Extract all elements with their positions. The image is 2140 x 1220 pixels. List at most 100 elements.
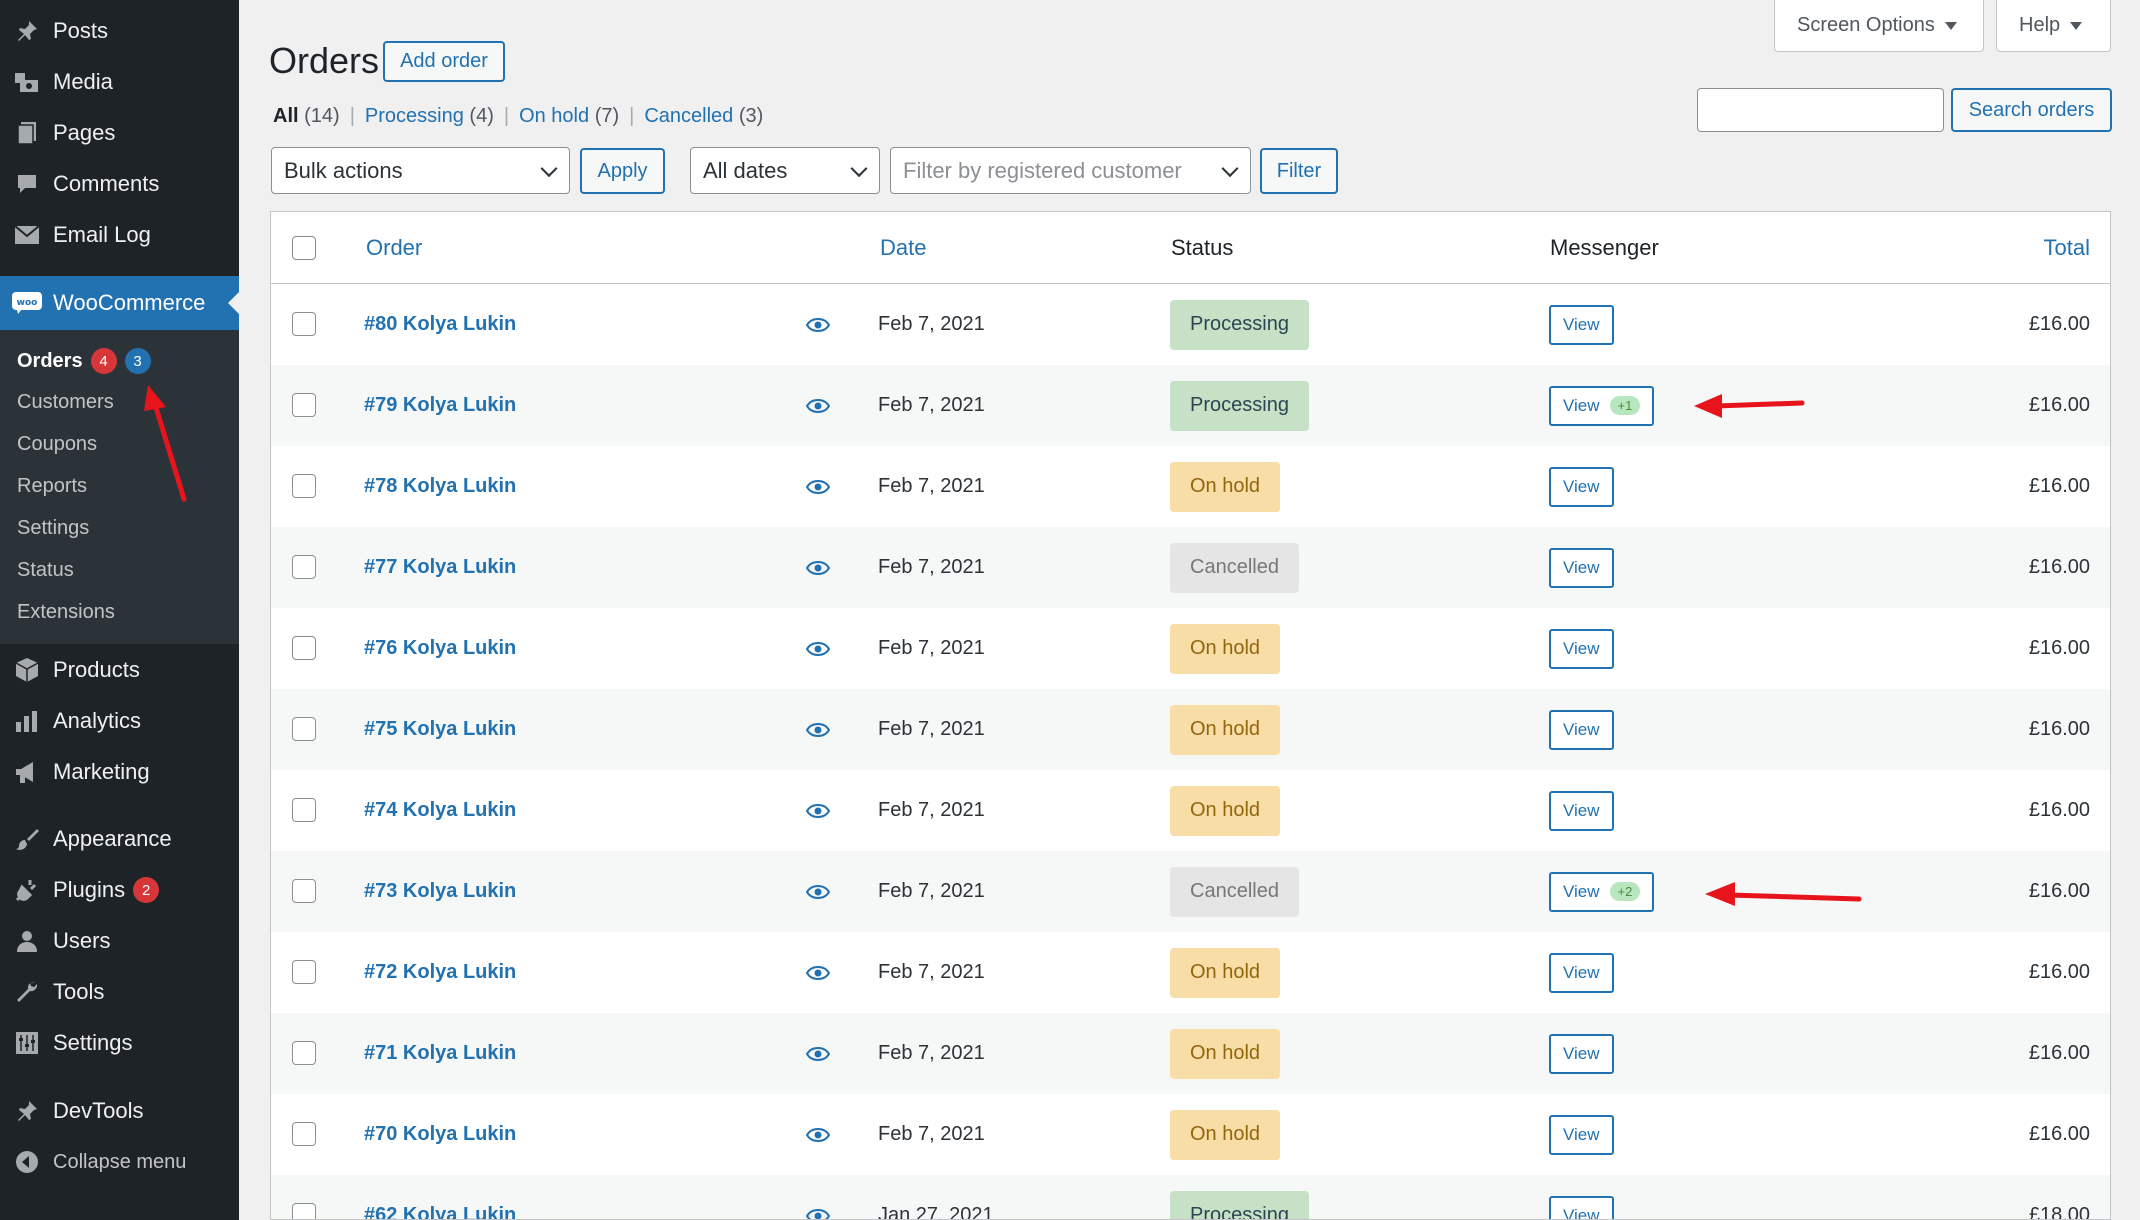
- order-link[interactable]: #76 Kolya Lukin: [364, 637, 516, 660]
- row-checkbox[interactable]: [292, 393, 316, 417]
- messenger-view-button[interactable]: View: [1549, 628, 1614, 669]
- add-order-button[interactable]: Add order: [383, 41, 505, 82]
- select-all-checkbox[interactable]: [292, 236, 316, 260]
- preview-eye-icon[interactable]: [806, 770, 830, 851]
- search-orders-input[interactable]: [1697, 88, 1944, 132]
- date-filter-select[interactable]: All dates: [690, 147, 880, 194]
- sidebar-item-analytics[interactable]: Analytics: [0, 696, 239, 746]
- order-date: Feb 7, 2021: [878, 475, 985, 497]
- plugins-update-count-badge: 2: [133, 877, 160, 903]
- row-checkbox[interactable]: [292, 879, 316, 903]
- row-checkbox[interactable]: [292, 1122, 316, 1146]
- preview-eye-icon[interactable]: [806, 1175, 830, 1219]
- preview-eye-icon[interactable]: [806, 284, 830, 365]
- row-checkbox[interactable]: [292, 798, 316, 822]
- order-link[interactable]: #62 Kolya Lukin: [364, 1204, 516, 1219]
- sidebar-item-marketing[interactable]: Marketing: [0, 747, 239, 797]
- sidebar-item-devtools[interactable]: DevTools: [0, 1086, 239, 1136]
- column-date[interactable]: Date: [880, 212, 926, 284]
- preview-eye-icon[interactable]: [806, 1094, 830, 1175]
- order-link[interactable]: #77 Kolya Lukin: [364, 556, 516, 579]
- sidebar-item-appearance[interactable]: Appearance: [0, 814, 239, 864]
- table-row: #72 Kolya Lukin Feb 7, 2021 On hold View…: [271, 932, 2110, 1013]
- order-link[interactable]: #75 Kolya Lukin: [364, 718, 516, 741]
- sidebar-item-users[interactable]: Users: [0, 916, 239, 966]
- order-link[interactable]: #72 Kolya Lukin: [364, 961, 516, 984]
- bulk-actions-select[interactable]: Bulk actions: [271, 147, 570, 194]
- row-checkbox[interactable]: [292, 717, 316, 741]
- order-link[interactable]: #70 Kolya Lukin: [364, 1123, 516, 1146]
- apply-button[interactable]: Apply: [580, 148, 665, 194]
- filter-on-hold-link[interactable]: On hold: [519, 105, 589, 128]
- filter-processing-link[interactable]: Processing: [365, 105, 464, 128]
- table-row: #76 Kolya Lukin Feb 7, 2021 On hold View…: [271, 608, 2110, 689]
- filter-button[interactable]: Filter: [1260, 148, 1338, 194]
- messenger-view-button[interactable]: View +2: [1549, 871, 1655, 912]
- sidebar-item-tools[interactable]: Tools: [0, 967, 239, 1017]
- status-badge: On hold: [1170, 1109, 1281, 1160]
- search-orders-button[interactable]: Search orders: [1951, 88, 2112, 132]
- order-total: £16.00: [2028, 1042, 2090, 1064]
- preview-eye-icon[interactable]: [806, 689, 830, 770]
- order-total: £16.00: [2028, 961, 2090, 983]
- preview-eye-icon[interactable]: [806, 527, 830, 608]
- submenu-item-reports[interactable]: Reports: [17, 471, 87, 501]
- sidebar-item-products[interactable]: Products: [0, 645, 239, 695]
- submenu-item-customers[interactable]: Customers: [17, 387, 114, 417]
- preview-eye-icon[interactable]: [806, 446, 830, 527]
- order-link[interactable]: #71 Kolya Lukin: [364, 1042, 516, 1065]
- order-link[interactable]: #74 Kolya Lukin: [364, 799, 516, 822]
- submenu-item-orders[interactable]: Orders 4 3: [17, 346, 151, 376]
- order-link[interactable]: #79 Kolya Lukin: [364, 394, 516, 417]
- messenger-view-button[interactable]: View: [1549, 304, 1614, 345]
- preview-eye-icon[interactable]: [806, 1013, 830, 1094]
- order-link[interactable]: #78 Kolya Lukin: [364, 475, 516, 498]
- messenger-view-button[interactable]: View: [1549, 1195, 1614, 1219]
- preview-eye-icon[interactable]: [806, 608, 830, 689]
- row-checkbox[interactable]: [292, 555, 316, 579]
- submenu-item-status[interactable]: Status: [17, 555, 74, 585]
- filter-cancelled-link[interactable]: Cancelled: [644, 105, 733, 128]
- order-link[interactable]: #73 Kolya Lukin: [364, 880, 516, 903]
- row-checkbox[interactable]: [292, 474, 316, 498]
- column-order[interactable]: Order: [366, 212, 422, 284]
- sidebar-item-media[interactable]: Media: [0, 57, 239, 107]
- row-checkbox[interactable]: [292, 1203, 316, 1219]
- submenu-item-coupons[interactable]: Coupons: [17, 429, 97, 459]
- filter-all-link[interactable]: All: [273, 105, 299, 128]
- collapse-menu-button[interactable]: Collapse menu: [0, 1137, 239, 1187]
- customer-filter-select[interactable]: Filter by registered customer: [890, 147, 1251, 194]
- sidebar-item-settings[interactable]: Settings: [0, 1018, 239, 1068]
- order-link[interactable]: #80 Kolya Lukin: [364, 313, 516, 336]
- status-badge: Processing: [1170, 380, 1309, 431]
- preview-eye-icon[interactable]: [806, 851, 830, 932]
- sidebar-item-pages[interactable]: Pages: [0, 108, 239, 158]
- screen-options-button[interactable]: Screen Options: [1774, 0, 1984, 52]
- submenu-item-extensions[interactable]: Extensions: [17, 597, 115, 627]
- sidebar-item-posts[interactable]: Posts: [0, 6, 239, 56]
- status-badge: On hold: [1170, 704, 1281, 755]
- messenger-view-button[interactable]: View: [1549, 1033, 1614, 1074]
- preview-eye-icon[interactable]: [806, 932, 830, 1013]
- help-button[interactable]: Help: [1996, 0, 2111, 52]
- table-row: #80 Kolya Lukin Feb 7, 2021 Processing V…: [271, 284, 2110, 365]
- preview-eye-icon[interactable]: [806, 365, 830, 446]
- row-checkbox[interactable]: [292, 312, 316, 336]
- messenger-view-button[interactable]: View: [1549, 952, 1614, 993]
- messenger-view-button[interactable]: View: [1549, 709, 1614, 750]
- submenu-item-settings[interactable]: Settings: [17, 513, 89, 543]
- sidebar-item-comments[interactable]: Comments: [0, 159, 239, 209]
- messenger-view-button[interactable]: View +1: [1549, 385, 1655, 426]
- sidebar-item-plugins[interactable]: Plugins 2: [0, 865, 239, 915]
- messenger-view-button[interactable]: View: [1549, 1114, 1614, 1155]
- messenger-view-button[interactable]: View: [1549, 547, 1614, 588]
- sidebar-item-email-log[interactable]: Email Log: [0, 210, 239, 260]
- column-total[interactable]: Total: [2044, 212, 2090, 284]
- messenger-view-button[interactable]: View: [1549, 790, 1614, 831]
- sidebar-item-woocommerce[interactable]: woo WooCommerce: [0, 276, 240, 330]
- caret-down-icon: [1944, 21, 1957, 30]
- row-checkbox[interactable]: [292, 636, 316, 660]
- messenger-view-button[interactable]: View: [1549, 466, 1614, 507]
- row-checkbox[interactable]: [292, 1041, 316, 1065]
- row-checkbox[interactable]: [292, 960, 316, 984]
